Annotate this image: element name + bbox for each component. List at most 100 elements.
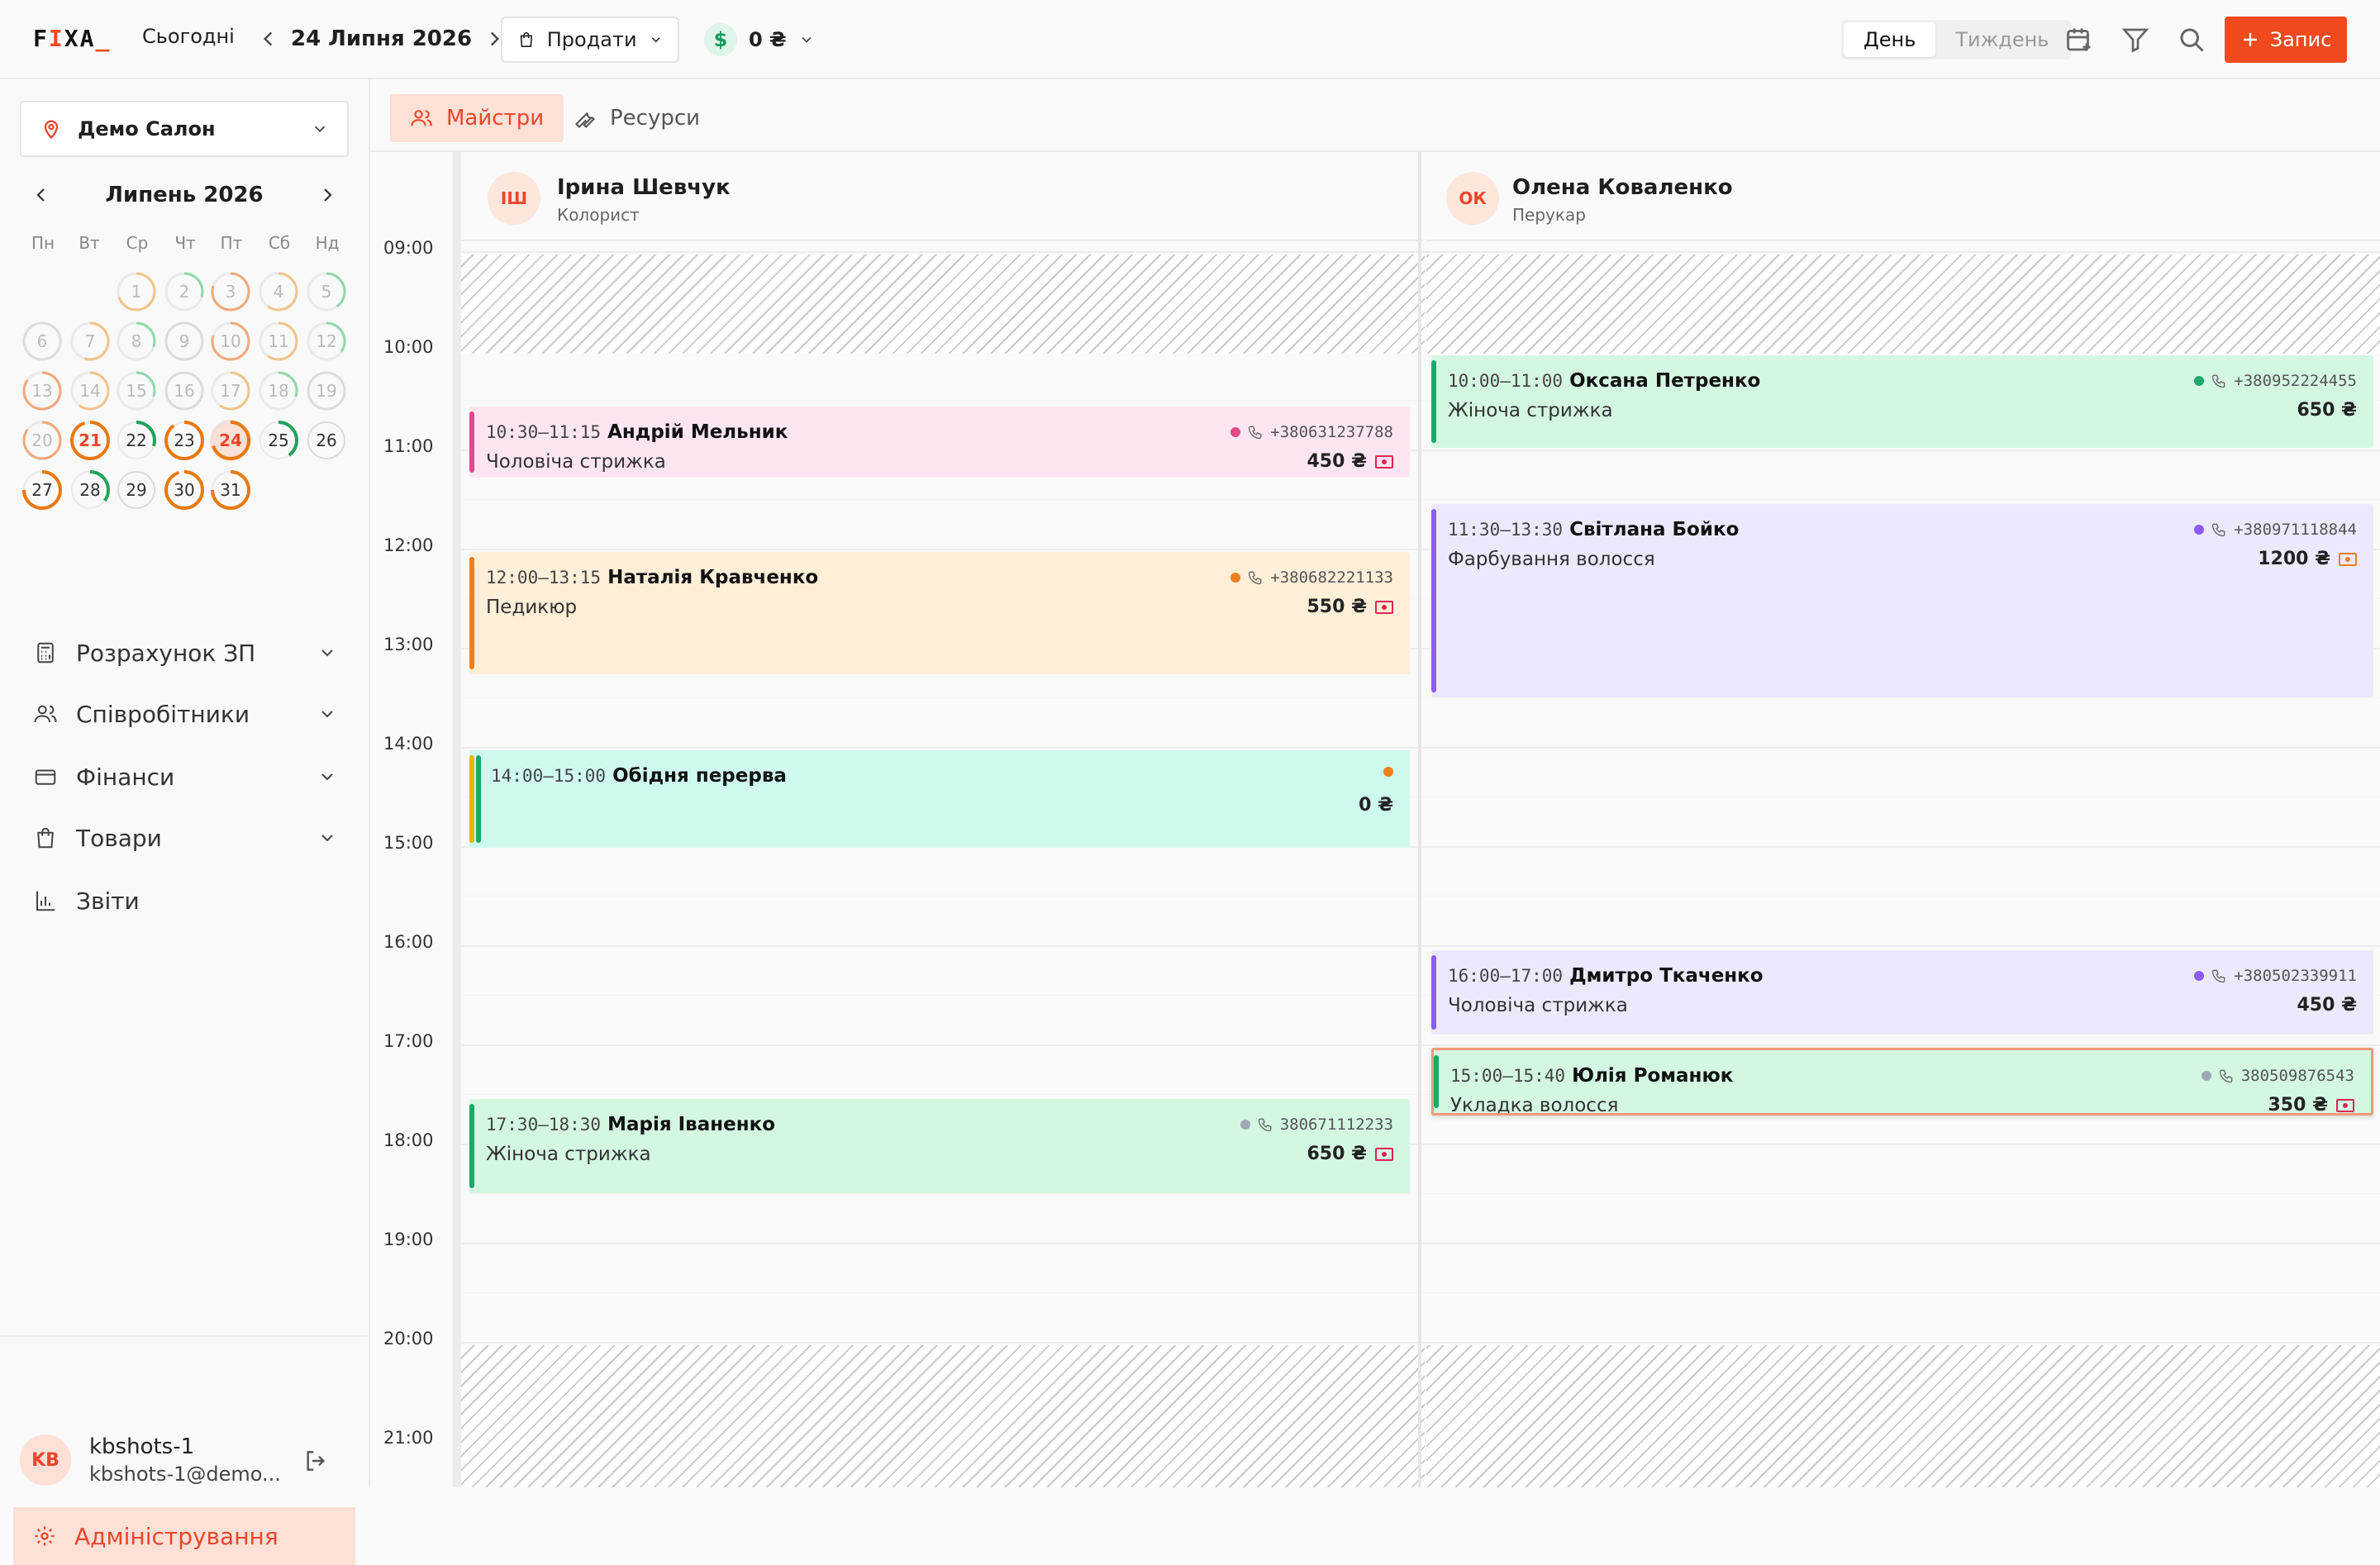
appointment-time: 10:30–11:15 bbox=[486, 422, 602, 442]
chevron-right-icon[interactable] bbox=[317, 185, 337, 205]
calendar-day[interactable]: 29 bbox=[116, 469, 157, 511]
salon-selector[interactable]: Демо Салон bbox=[20, 101, 349, 157]
location-pin-icon bbox=[44, 120, 59, 140]
sidebar-item[interactable]: Співробітники bbox=[33, 689, 337, 739]
app-logo[interactable]: F I XA _ bbox=[33, 25, 111, 52]
sidebar-item[interactable]: Товари bbox=[33, 813, 337, 863]
logout-icon[interactable] bbox=[302, 1448, 329, 1474]
sell-dropdown[interactable]: Продати bbox=[501, 17, 679, 63]
chevron-down-icon bbox=[314, 126, 326, 133]
hour-label: 18:00 bbox=[383, 1130, 434, 1150]
calendar-day[interactable]: 1 bbox=[116, 271, 157, 312]
price-row: 650 ₴ bbox=[1307, 1144, 1393, 1164]
calendar-day[interactable]: 19 bbox=[306, 370, 347, 411]
weekday-label: Нд bbox=[315, 233, 340, 253]
calendar-day[interactable]: 22 bbox=[116, 420, 157, 461]
hour-label: 10:00 bbox=[383, 337, 434, 357]
status-dot bbox=[1383, 767, 1393, 777]
tab-resources[interactable]: Ресурси bbox=[554, 94, 720, 142]
admin-button[interactable]: Адміністрування bbox=[13, 1507, 355, 1565]
price: 650 ₴ bbox=[1307, 1144, 1368, 1164]
calendar-day[interactable]: 31 bbox=[210, 469, 251, 511]
view-day-button[interactable]: День bbox=[1844, 22, 1936, 57]
calendar-day[interactable]: 23 bbox=[164, 420, 205, 461]
gear-icon bbox=[35, 1526, 55, 1546]
calendar-day[interactable]: 20 bbox=[21, 420, 63, 461]
appointment-time-row: 12:00–13:15 Наталія Кравченко bbox=[486, 567, 818, 588]
calendar-day[interactable]: 16 bbox=[164, 370, 205, 411]
price: 350 ₴ bbox=[2268, 1095, 2329, 1115]
calendar-day[interactable]: 18 bbox=[258, 370, 299, 411]
calendar-day[interactable]: 8 bbox=[116, 321, 157, 362]
calendar-day[interactable]: 26 bbox=[306, 420, 347, 461]
master-avatar: ІШ bbox=[488, 172, 540, 225]
sidebar-item[interactable]: Розрахунок ЗП bbox=[33, 628, 337, 678]
calendar-day[interactable]: 13 bbox=[21, 370, 63, 411]
dollar-icon: $ bbox=[704, 23, 737, 56]
phone-icon bbox=[2212, 969, 2225, 983]
calendar-day[interactable]: 11 bbox=[258, 321, 299, 362]
calendar-day[interactable]: 25 bbox=[258, 420, 299, 461]
calendar-day[interactable]: 30 bbox=[164, 469, 205, 511]
filter-icon[interactable] bbox=[2121, 25, 2150, 55]
client-phone[interactable]: 380671112233 bbox=[1280, 1115, 1393, 1134]
calendar-day[interactable]: 2 bbox=[164, 271, 205, 312]
sidebar-item[interactable]: Звіти bbox=[33, 876, 337, 925]
master-column-header[interactable]: ОК Олена Коваленко Перукар bbox=[1426, 152, 2380, 241]
calendar-day[interactable]: 4 bbox=[258, 271, 299, 312]
appointment-card[interactable]: 17:30–18:30 Марія Іваненко 380671112233 Жін… bbox=[469, 1099, 1410, 1193]
master-name: Ірина Шевчук bbox=[557, 175, 731, 200]
appointment-card[interactable]: 10:00–11:00 Оксана Петренко +380952224455 Ж… bbox=[1431, 355, 2373, 448]
calendar-day[interactable]: 21 bbox=[69, 420, 111, 461]
calendar-day[interactable]: 17 bbox=[210, 370, 251, 411]
calendar-day[interactable]: 7 bbox=[69, 321, 111, 362]
calendar-day[interactable]: 12 bbox=[306, 321, 347, 362]
add-label: Запис bbox=[2269, 28, 2332, 51]
balance-dropdown[interactable]: $ 0 ₴ bbox=[704, 21, 815, 58]
appointment-card[interactable]: 15:00–15:40 Юлія Романюк 380509876543 Уклад… bbox=[1431, 1048, 2373, 1115]
calendar-add-icon[interactable] bbox=[2064, 25, 2094, 55]
appointment-time: 17:30–18:30 bbox=[486, 1115, 602, 1135]
sell-label: Продати bbox=[546, 28, 637, 51]
calendar-day[interactable]: 27 bbox=[21, 469, 63, 511]
appointment-card[interactable]: 11:30–13:30 Світлана Бойко +380971118844 Фа… bbox=[1431, 504, 2373, 697]
client-name: Оксана Петренко bbox=[1569, 370, 1761, 392]
appointment-time-row: 14:00–15:00 Обідня перерва bbox=[491, 765, 787, 787]
master-column-header[interactable]: ІШ Ірина Шевчук Колорист bbox=[461, 152, 1423, 241]
calendar-day[interactable]: 24 bbox=[210, 420, 251, 461]
schedule-area: Майстри Ресурси ІШ Ірина Шевчук Колорист… bbox=[370, 79, 2380, 1487]
client-phone[interactable]: +380682221133 bbox=[1270, 568, 1393, 587]
calendar-day[interactable]: 3 bbox=[210, 271, 251, 312]
master-role: Перукар bbox=[1512, 205, 1586, 225]
price: 650 ₴ bbox=[2297, 400, 2358, 421]
calendar-day[interactable]: 9 bbox=[164, 321, 205, 362]
status-bar bbox=[469, 411, 474, 473]
status-bar bbox=[469, 755, 474, 843]
phone-icon bbox=[2212, 523, 2225, 537]
client-phone[interactable]: +380971118844 bbox=[2234, 521, 2357, 539]
view-week-button[interactable]: Тиждень bbox=[1935, 22, 2068, 57]
appointment-card[interactable]: 16:00–17:00 Дмитро Ткаченко +380502339911 Ч… bbox=[1431, 950, 2373, 1035]
client-phone[interactable]: +380502339911 bbox=[2234, 967, 2357, 985]
sidebar-item[interactable]: Фінанси bbox=[33, 752, 337, 802]
calendar-day[interactable]: 14 bbox=[69, 370, 111, 411]
client-phone[interactable]: +380631237788 bbox=[1270, 423, 1393, 441]
today-button[interactable]: Сьогодні bbox=[142, 25, 235, 48]
appointment-card[interactable]: 12:00–13:15 Наталія Кравченко +38068222113… bbox=[469, 552, 1410, 674]
appointment-card[interactable]: 14:00–15:00 Обідня перерва 0 ₴ bbox=[469, 750, 1410, 848]
add-appointment-button[interactable]: Запис bbox=[2225, 17, 2347, 63]
avatar[interactable]: KB bbox=[20, 1434, 71, 1486]
calendar-day[interactable]: 5 bbox=[306, 271, 347, 312]
calendar-day[interactable]: 15 bbox=[116, 370, 157, 411]
calendar-day[interactable]: 10 bbox=[210, 321, 251, 362]
appointment-card[interactable]: 10:30–11:15 Андрій Мельник +380631237788 Чо… bbox=[469, 407, 1410, 478]
client-phone[interactable]: 380509876543 bbox=[2241, 1067, 2354, 1085]
chevron-left-icon[interactable] bbox=[31, 185, 51, 205]
calendar-day[interactable]: 6 bbox=[21, 321, 63, 362]
calendar-day[interactable]: 28 bbox=[69, 469, 111, 511]
client-phone[interactable]: +380952224455 bbox=[2234, 372, 2357, 390]
search-icon[interactable] bbox=[2177, 25, 2206, 55]
tab-masters[interactable]: Майстри bbox=[390, 94, 564, 142]
hour-label: 09:00 bbox=[383, 238, 434, 258]
chevron-left-icon[interactable] bbox=[258, 28, 279, 50]
